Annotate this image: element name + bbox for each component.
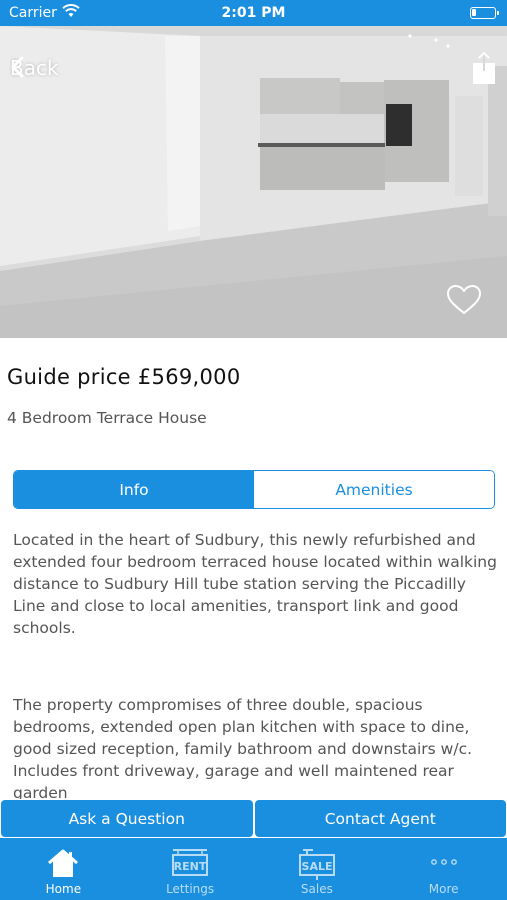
heart-outline-icon [446, 284, 482, 315]
info-tabs: Info Amenities [13, 470, 495, 509]
share-icon [473, 51, 495, 84]
rent-sign-icon: RENT [172, 849, 209, 876]
tab-label: Sales [300, 882, 333, 896]
tab-home[interactable]: Home [0, 838, 127, 900]
bottom-tab-bar: Home RENT Lettings SALE Sales More [0, 838, 507, 900]
tab-label: Lettings [166, 882, 215, 896]
property-description[interactable]: Located in the heart of Sudbury, this ne… [13, 529, 497, 799]
sale-sign-text: SALE [301, 860, 332, 873]
sale-sign-icon: SALE [298, 849, 335, 880]
action-bar: Ask a Question Contact Agent [0, 800, 507, 837]
property-type: 4 Bedroom Terrace House [7, 409, 207, 427]
favorite-button[interactable] [446, 284, 482, 316]
tab-amenities[interactable]: Amenities [254, 471, 494, 508]
rent-sign-text: RENT [174, 860, 207, 873]
battery-icon [470, 7, 499, 19]
share-button[interactable] [470, 51, 498, 85]
tab-label: More [428, 882, 459, 896]
property-photo[interactable]: Back [0, 26, 507, 338]
clock: 2:01 PM [221, 5, 286, 21]
back-button[interactable]: Back [10, 56, 59, 80]
ask-question-button[interactable]: Ask a Question [1, 800, 253, 837]
description-paragraph: The property compromises of three double… [13, 696, 473, 799]
tab-lettings[interactable]: RENT Lettings [127, 838, 254, 900]
listing-price: Guide price £569,000 [7, 365, 241, 389]
more-dots-icon [430, 859, 457, 865]
home-icon [48, 849, 79, 877]
description-paragraph: Located in the heart of Sudbury, this ne… [13, 531, 497, 637]
tab-sales[interactable]: SALE Sales [254, 838, 381, 900]
tab-more[interactable]: More [380, 838, 507, 900]
chevron-left-icon [11, 56, 24, 78]
tab-label: Home [45, 882, 82, 896]
contact-agent-button[interactable]: Contact Agent [254, 800, 506, 837]
status-bar: Carrier 2:01 PM [0, 0, 507, 26]
tab-info[interactable]: Info [14, 471, 254, 508]
kitchen-photo-illustration [0, 26, 507, 338]
